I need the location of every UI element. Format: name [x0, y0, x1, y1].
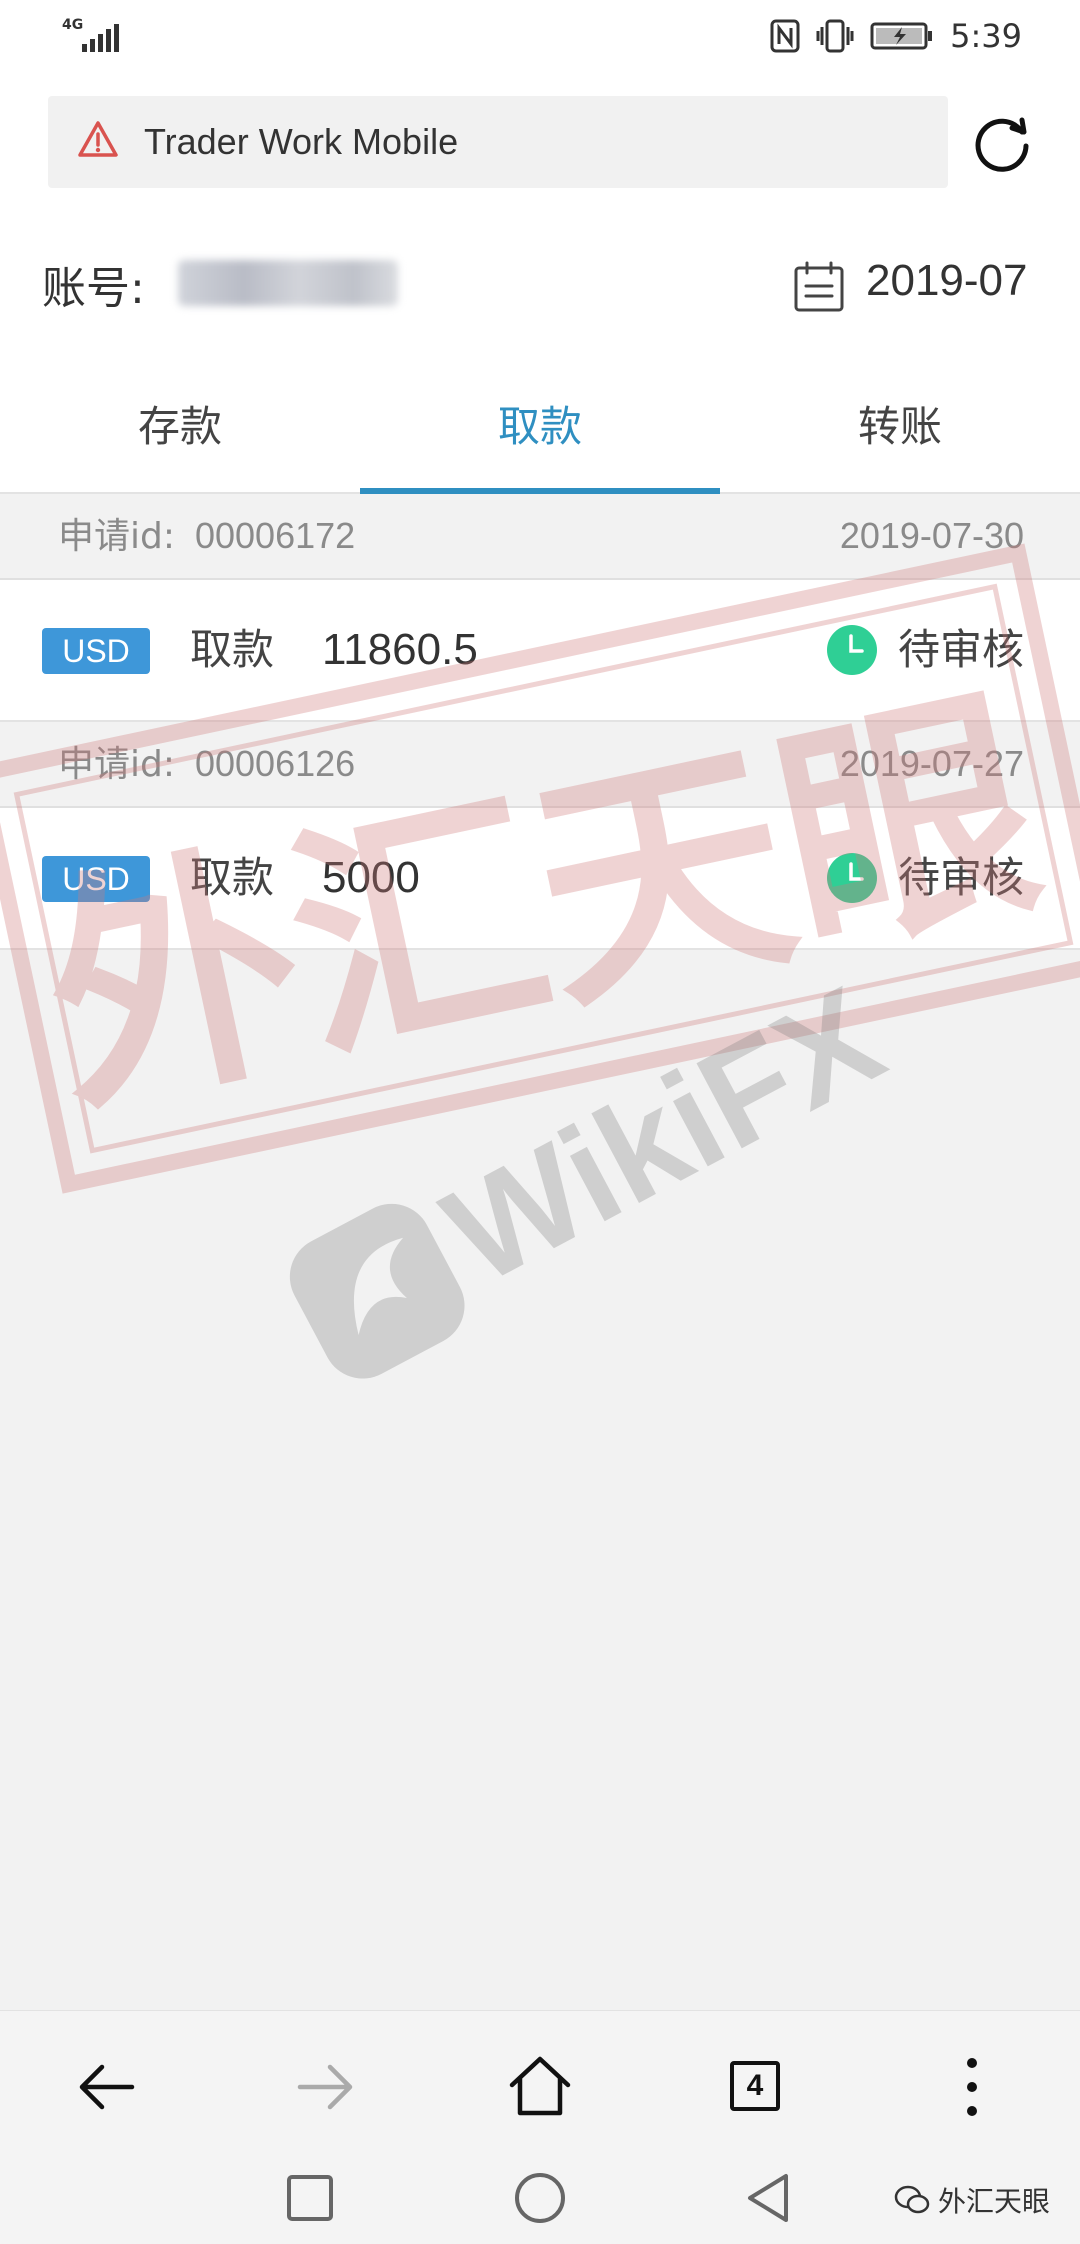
- page-title[interactable]: Trader Work Mobile: [144, 96, 458, 188]
- vibrate-icon: [816, 19, 854, 53]
- reload-icon[interactable]: [972, 112, 1036, 176]
- status-icons: 5:39: [770, 14, 1022, 58]
- request-header: 申请id: 00006126 2019-07-27: [0, 722, 1080, 808]
- currency-badge: USD: [42, 628, 150, 674]
- network-type: 4G: [62, 17, 84, 33]
- system-navigation-bar: 外汇天眼: [0, 2160, 1080, 2244]
- status-bar: 4G 5:39: [0, 0, 1080, 72]
- pending-clock-icon: [827, 853, 877, 903]
- account-label: 账号:: [42, 263, 145, 314]
- address-bar[interactable]: Trader Work Mobile: [48, 96, 948, 188]
- request-id: 申请id: 00006172: [58, 515, 356, 557]
- battery-charging-icon: [870, 22, 933, 50]
- home-icon[interactable]: [500, 2047, 580, 2127]
- tab-deposit[interactable]: 存款: [0, 362, 360, 492]
- tab-bar: 存款 取款 转账: [0, 362, 1080, 494]
- wechat-icon: [894, 2185, 930, 2214]
- request-date: 2019-07-27: [839, 743, 1024, 784]
- account-row: 账号: 2019-07: [0, 212, 1080, 362]
- month-selector[interactable]: 2019-07: [866, 256, 1027, 306]
- forward-arrow-icon[interactable]: [284, 2047, 364, 2127]
- request-id: 申请id: 00006126: [58, 743, 356, 785]
- watermark-brand: WikiFX: [421, 957, 906, 1314]
- transaction-type: 取款: [190, 853, 275, 902]
- more-vertical-icon[interactable]: [932, 2047, 1012, 2127]
- recent-apps-icon[interactable]: [284, 2172, 336, 2224]
- status-badge: 待审核: [898, 853, 1025, 902]
- currency-badge: USD: [42, 856, 150, 902]
- transaction-type: 取款: [190, 625, 275, 674]
- calendar-icon[interactable]: [792, 260, 846, 314]
- back-triangle-icon[interactable]: [742, 2170, 798, 2226]
- request-header: 申请id: 00006172 2019-07-30: [0, 494, 1080, 580]
- tab-transfer[interactable]: 转账: [720, 362, 1080, 492]
- tab-withdraw[interactable]: 取款: [360, 362, 720, 492]
- list-item[interactable]: USD 取款 11860.5 待审核: [0, 580, 1080, 722]
- warning-icon[interactable]: [76, 118, 120, 162]
- browser-toolbar: 4: [0, 2010, 1080, 2161]
- signal-icon: 4G: [60, 18, 120, 54]
- request-date: 2019-07-30: [839, 515, 1024, 556]
- account-number-obscured: [178, 260, 398, 306]
- credit-text: 外汇天眼: [937, 2185, 1050, 2218]
- clock: 5:39: [950, 17, 1022, 55]
- list-item[interactable]: USD 取款 5000 待审核: [0, 808, 1080, 950]
- browser-address-bar-area: Trader Work Mobile: [0, 72, 1080, 212]
- transaction-amount: 5000: [322, 853, 420, 902]
- back-arrow-icon[interactable]: [68, 2047, 148, 2127]
- pending-clock-icon: [827, 625, 877, 675]
- nfc-icon: [770, 19, 800, 53]
- status-badge: 待审核: [898, 625, 1025, 674]
- transaction-amount: 11860.5: [322, 625, 478, 674]
- home-circle-icon[interactable]: [512, 2170, 568, 2226]
- tabs-icon[interactable]: 4: [730, 2061, 780, 2111]
- watermark-credit: 外汇天眼: [894, 2180, 1050, 2220]
